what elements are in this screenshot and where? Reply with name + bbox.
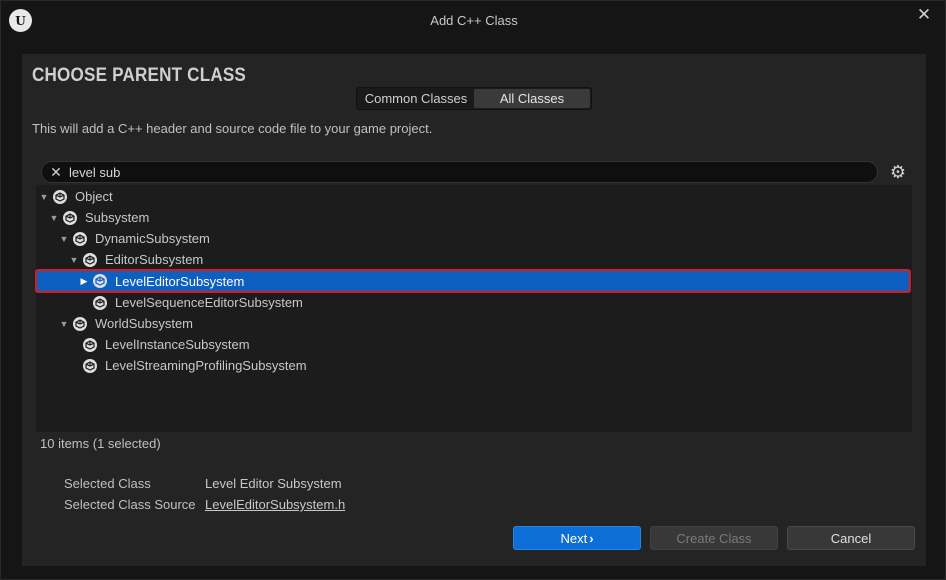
tree-item-dynamic-subsystem[interactable]: ▼ DynamicSubsystem	[36, 228, 912, 249]
expanded-arrow-icon[interactable]: ▼	[39, 192, 49, 202]
tree-item-label: EditorSubsystem	[105, 252, 204, 267]
next-button-label: Next	[560, 530, 588, 546]
class-icon	[83, 337, 97, 352]
class-filter-tabs: Common Classes All Classes	[356, 87, 592, 110]
tree-item-label: LevelSequenceEditorSubsystem	[115, 295, 303, 310]
next-button[interactable]: Next ›	[513, 526, 641, 550]
selected-class-label: Selected Class	[64, 476, 151, 491]
tree-item-label: LevelEditorSubsystem	[115, 273, 245, 289]
description-text: This will add a C++ header and source co…	[32, 121, 433, 136]
tab-common-classes[interactable]: Common Classes	[358, 89, 474, 108]
tab-all-classes[interactable]: All Classes	[474, 89, 590, 108]
tree-item-label: LevelStreamingProfilingSubsystem	[105, 358, 307, 373]
class-icon	[63, 210, 77, 225]
collapsed-arrow-icon[interactable]: ▶	[79, 276, 89, 286]
tree-item-subsystem[interactable]: ▼ Subsystem	[36, 207, 912, 228]
expanded-arrow-icon[interactable]: ▼	[69, 255, 79, 265]
expanded-arrow-icon[interactable]: ▼	[59, 319, 69, 329]
class-icon	[73, 316, 87, 331]
tree-item-level-sequence-editor-subsystem[interactable]: LevelSequenceEditorSubsystem	[36, 292, 912, 313]
page-title: CHOOSE PARENT CLASS	[32, 65, 247, 86]
tree-item-editor-subsystem[interactable]: ▼ EditorSubsystem	[36, 249, 912, 270]
tree-item-label: Subsystem	[85, 210, 150, 225]
class-icon	[93, 295, 107, 310]
expanded-arrow-icon[interactable]: ▼	[49, 213, 59, 223]
tree-item-label: WorldSubsystem	[95, 316, 194, 331]
class-icon	[83, 252, 97, 267]
chevron-right-icon: ›	[589, 530, 594, 546]
search-input[interactable]	[69, 163, 859, 181]
tree-item-level-instance-subsystem[interactable]: LevelInstanceSubsystem	[36, 334, 912, 355]
tree-item-label: Object	[75, 189, 113, 204]
tree-item-level-streaming-profiling-subsystem[interactable]: LevelStreamingProfilingSubsystem	[36, 355, 912, 376]
tree-item-level-editor-subsystem[interactable]: ▶ LevelEditorSubsystem	[35, 269, 911, 293]
tree-item-label: DynamicSubsystem	[95, 231, 210, 246]
close-icon[interactable]: ✕	[915, 6, 933, 24]
tree-item-object[interactable]: ▼ Object	[36, 186, 912, 207]
class-icon	[93, 274, 107, 288]
class-icon	[83, 358, 97, 373]
class-icon	[53, 189, 67, 204]
content-panel: CHOOSE PARENT CLASS Common Classes All C…	[22, 54, 926, 566]
class-icon	[73, 231, 87, 246]
clear-search-icon[interactable]: ✕	[48, 163, 64, 181]
title-bar: U Add C++ Class ✕	[1, 1, 946, 41]
add-cpp-class-window: U Add C++ Class ✕ CHOOSE PARENT CLASS Co…	[0, 0, 946, 580]
cancel-button[interactable]: Cancel	[787, 526, 915, 550]
class-tree: ▼ Object ▼ Subsystem ▼ DynamicSubsystem …	[35, 185, 912, 432]
tree-item-world-subsystem[interactable]: ▼ WorldSubsystem	[36, 313, 912, 334]
selected-class-source-link[interactable]: LevelEditorSubsystem.h	[205, 497, 345, 512]
tree-item-label: LevelInstanceSubsystem	[105, 337, 250, 352]
selected-class-source-label: Selected Class Source	[64, 497, 196, 512]
item-count-status: 10 items (1 selected)	[40, 436, 161, 451]
create-class-button[interactable]: Create Class	[650, 526, 778, 550]
window-title: Add C++ Class	[430, 13, 518, 28]
search-box: ✕	[41, 161, 878, 183]
selected-class-value: Level Editor Subsystem	[205, 476, 342, 491]
gear-icon[interactable]: ⚙	[888, 161, 908, 183]
expanded-arrow-icon[interactable]: ▼	[59, 234, 69, 244]
